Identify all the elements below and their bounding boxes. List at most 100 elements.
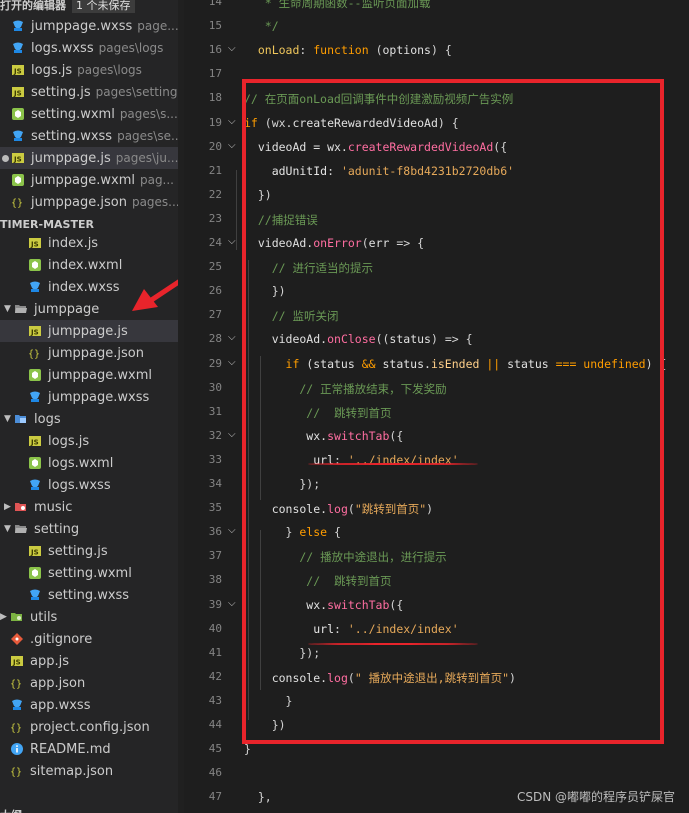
- fold-chevron-icon[interactable]: ⌵: [228, 525, 236, 536]
- sidebar-item-setting-js[interactable]: JS setting.js: [0, 540, 178, 562]
- fold-chevron-icon[interactable]: ⌵: [228, 357, 236, 368]
- sidebar-item-jumppage-json[interactable]: {} jumppage.json: [0, 342, 178, 364]
- code-line[interactable]: // 跳转到首页: [244, 405, 391, 421]
- sidebar-item-readme-md[interactable]: README.md: [0, 738, 178, 760]
- code-line[interactable]: } else {: [244, 525, 341, 539]
- code-line[interactable]: }: [244, 742, 251, 756]
- open-editors-header[interactable]: 打开的编辑器 1 个未保存: [0, 0, 178, 16]
- code-line[interactable]: if (status && status.isEnded || status =…: [244, 356, 667, 371]
- fold-chevron-icon[interactable]: ⌵: [228, 43, 236, 54]
- sidebar-item-sitemap-json[interactable]: {} sitemap.json: [0, 760, 178, 782]
- code-line[interactable]: * 生命周期函数--监听页面加载: [244, 0, 431, 11]
- chevron-right-icon[interactable]: ▶: [4, 502, 14, 512]
- chevron-down-icon[interactable]: ▼: [4, 304, 14, 314]
- sidebar-item-index-js[interactable]: JS index.js: [0, 232, 178, 254]
- line-number: 18: [208, 91, 222, 105]
- sidebar-item-jumppage-wxml[interactable]: jumppage.wxml pag...: [0, 169, 178, 191]
- code-line[interactable]: }: [244, 694, 293, 708]
- code-line[interactable]: });: [244, 646, 320, 660]
- code-token: ) => {: [430, 332, 473, 347]
- sidebar-item-jumppage-wxml[interactable]: jumppage.wxml: [0, 364, 178, 386]
- chevron-right-icon[interactable]: ▶: [0, 612, 10, 622]
- sidebar-item-setting-wxss[interactable]: setting.wxss: [0, 584, 178, 606]
- fold-chevron-icon[interactable]: ⌵: [228, 598, 236, 609]
- sidebar-item-app-wxss[interactable]: app.wxss: [0, 694, 178, 716]
- wxml-file-icon: [28, 258, 42, 272]
- sidebar-item-jumppage-wxss[interactable]: jumppage.wxss page...: [0, 15, 178, 37]
- code-token: }): [244, 284, 286, 299]
- sidebar-item-logs-js[interactable]: JS logs.js pages\logs: [0, 59, 178, 81]
- sidebar-item-jumppage-json[interactable]: {} jumppage.json pages...: [0, 191, 178, 213]
- fold-chevron-icon[interactable]: ⌵: [228, 116, 236, 127]
- code-line[interactable]: adUnitId: 'adunit-f8bd4231b2720db6': [244, 164, 514, 178]
- code-line[interactable]: url: '../index/index': [244, 622, 458, 636]
- sidebar-item-logs[interactable]: ▼ logs: [0, 408, 178, 430]
- music-folder-icon: [14, 500, 28, 514]
- sidebar-item-jumppage-js[interactable]: JS jumppage.js: [0, 320, 178, 342]
- code-line[interactable]: // 监听关闭: [244, 308, 339, 324]
- code-line[interactable]: },: [244, 790, 272, 804]
- sidebar-item-app-js[interactable]: JS app.js: [0, 650, 178, 672]
- sidebar-item-setting-wxss[interactable]: setting.wxss pages\se...: [0, 125, 178, 147]
- code-line[interactable]: videoAd.onClose((status) => {: [244, 332, 473, 346]
- fold-chevron-icon[interactable]: ⌵: [228, 236, 236, 247]
- sidebar-item-music[interactable]: ▶ music: [0, 496, 178, 518]
- sidebar-item-jumppage-wxss[interactable]: jumppage.wxss: [0, 386, 178, 408]
- code-line[interactable]: onLoad: function (options) {: [244, 43, 452, 57]
- sidebar-item-project-config-json[interactable]: {} project.config.json: [0, 716, 178, 738]
- wxss-file-icon: [11, 41, 25, 55]
- code-token: status: [389, 332, 431, 347]
- sidebar-item-logs-wxss[interactable]: logs.wxss pages\logs: [0, 37, 178, 59]
- line-number: 19: [208, 115, 222, 129]
- chevron-down-icon[interactable]: ▼: [4, 524, 14, 534]
- sidebar-item-label: jumppage.json: [31, 194, 127, 210]
- code-line[interactable]: }): [244, 718, 286, 732]
- code-token: ===: [555, 356, 577, 371]
- line-number: 42: [208, 669, 222, 683]
- code-line[interactable]: wx.switchTab({: [244, 598, 403, 612]
- code-line[interactable]: // 跳转到首页: [244, 573, 391, 589]
- code-line[interactable]: videoAd.onError(err => {: [244, 236, 424, 250]
- chevron-down-icon[interactable]: ▼: [4, 414, 14, 424]
- fold-chevron-icon[interactable]: ⌵: [228, 332, 236, 343]
- code-token: :: [327, 163, 341, 178]
- fold-chevron-icon[interactable]: ⌵: [228, 140, 236, 151]
- js-file-icon: JS: [11, 63, 25, 77]
- sidebar-item-label: setting.wxss: [31, 128, 113, 144]
- code-line[interactable]: // 进行适当的提示: [244, 260, 373, 276]
- line-number: 30: [208, 380, 222, 394]
- wxml-file-icon: [28, 456, 42, 470]
- code-line[interactable]: });: [244, 477, 320, 491]
- sidebar-item-logs-js[interactable]: JS logs.js: [0, 430, 178, 452]
- sidebar-item-utils[interactable]: ▶ utils: [0, 606, 178, 628]
- code-line[interactable]: if (wx.createRewardedVideoAd) {: [244, 116, 459, 130]
- sidebar-item-setting-wxml[interactable]: setting.wxml: [0, 562, 178, 584]
- code-line[interactable]: videoAd = wx.createRewardedVideoAd({: [244, 140, 507, 154]
- sidebar-item--gitignore[interactable]: .gitignore: [0, 628, 178, 650]
- code-line[interactable]: //捕捉错误: [244, 212, 318, 228]
- code-line[interactable]: console.log("跳转到首页"): [244, 501, 433, 517]
- sidebar-item-label: logs.wxss: [48, 477, 111, 493]
- code-line[interactable]: */: [244, 19, 279, 33]
- code-editor[interactable]: 14 * 生命周期函数--监听页面加载 15 */ 16 ⌵ onLoad: func…: [184, 0, 689, 813]
- sidebar-item-app-json[interactable]: {} app.json: [0, 672, 178, 694]
- code-line[interactable]: // 在页面onLoad回调事件中创建激励视频广告实例: [244, 91, 513, 107]
- fold-chevron-icon[interactable]: ⌵: [228, 429, 236, 440]
- sidebar-item-logs-wxml[interactable]: logs.wxml: [0, 452, 178, 474]
- line-number: 16: [208, 43, 222, 57]
- code-line[interactable]: console.log(" 播放中途退出,跳转到首页"): [244, 670, 516, 686]
- code-token: undefined: [576, 356, 646, 371]
- sidebar-item-setting-js[interactable]: JS setting.js pages\setting: [0, 81, 178, 103]
- sidebar-item-setting[interactable]: ▼ setting: [0, 518, 178, 540]
- code-line[interactable]: }): [244, 188, 272, 202]
- code-token: status: [507, 356, 556, 371]
- code-line[interactable]: // 播放中途退出，进行提示: [244, 549, 446, 565]
- sidebar-item-logs-wxss[interactable]: logs.wxss: [0, 474, 178, 496]
- code-line[interactable]: // 正常播放结束，下发奖励: [244, 381, 446, 397]
- code-line[interactable]: wx.switchTab({: [244, 429, 403, 443]
- sidebar-item-setting-wxml[interactable]: setting.wxml pages\s...: [0, 103, 178, 125]
- sidebar-item-jumppage-js[interactable]: JS jumppage.js pages\ju...: [0, 147, 178, 169]
- svg-text:JS: JS: [12, 659, 21, 667]
- code-line[interactable]: }): [244, 284, 286, 298]
- outline-header[interactable]: 大纲: [0, 804, 178, 813]
